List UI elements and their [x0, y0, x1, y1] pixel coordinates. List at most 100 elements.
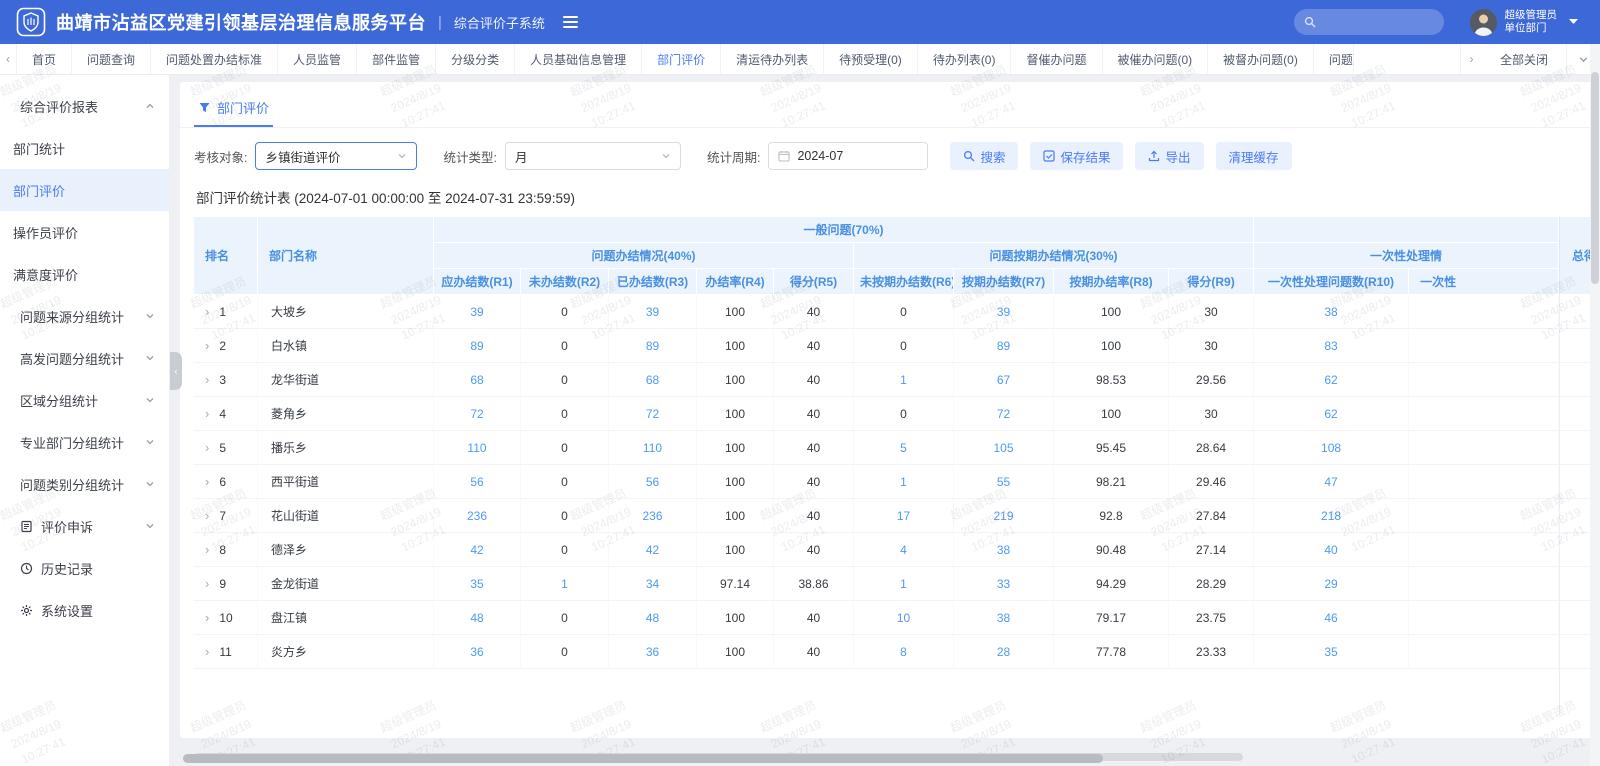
workspace-tab[interactable]: 问题 — [1314, 44, 1354, 74]
cell-r7[interactable]: 55 — [954, 465, 1054, 499]
page-vertical-scrollbar[interactable] — [1590, 44, 1600, 766]
cell-r10[interactable]: 62 — [1254, 363, 1409, 397]
stat-period-datepicker[interactable]: 2024-07 — [768, 142, 928, 170]
sidebar-item[interactable]: 满意度评价 — [0, 253, 169, 295]
cell-r6[interactable]: 5 — [854, 431, 954, 465]
assess-target-select[interactable]: 乡镇街道评价 — [255, 142, 417, 170]
sidebar-item[interactable]: 综合评价报表 — [0, 85, 169, 127]
cell-r7[interactable]: 33 — [954, 567, 1054, 601]
cell-r7[interactable]: 39 — [954, 295, 1054, 329]
cell-r1[interactable]: 72 — [434, 397, 521, 431]
column-header[interactable]: 一次性 — [1409, 269, 1559, 295]
row-expand-icon[interactable]: › — [205, 372, 209, 387]
cell-r6[interactable]: 1 — [854, 363, 954, 397]
menu-icon[interactable] — [563, 16, 578, 28]
sidebar-item[interactable]: 操作员评价 — [0, 211, 169, 253]
column-header[interactable]: 应办结数(R1) — [434, 269, 521, 295]
cell-r7[interactable]: 28 — [954, 635, 1054, 669]
column-header[interactable]: 得分(R9) — [1169, 269, 1254, 295]
workspace-tab[interactable]: 分级分类 — [436, 44, 515, 74]
cell-r3[interactable]: 68 — [609, 363, 697, 397]
cell-r1[interactable]: 89 — [434, 329, 521, 363]
close-all-tabs-button[interactable]: 全部关闭 — [1482, 44, 1566, 74]
cell-r6[interactable]: 1 — [854, 465, 954, 499]
workspace-tab[interactable]: 被催办问题(0) — [1103, 44, 1209, 74]
export-button[interactable]: 导出 — [1135, 142, 1203, 170]
row-expand-icon[interactable]: › — [205, 406, 209, 421]
column-header[interactable]: 按期办结率(R8) — [1054, 269, 1169, 295]
cell-r3[interactable]: 34 — [609, 567, 697, 601]
cell-r3[interactable]: 236 — [609, 499, 697, 533]
save-results-button[interactable]: 保存结果 — [1030, 142, 1123, 170]
cell-r10[interactable]: 47 — [1254, 465, 1409, 499]
workspace-tab[interactable]: 部门评价 — [642, 44, 721, 74]
tabs-scroll-left-icon[interactable]: ‹ — [0, 44, 17, 74]
sidebar-item[interactable]: 高发问题分组统计 — [0, 337, 169, 379]
row-expand-icon[interactable]: › — [205, 610, 209, 625]
cell-r10[interactable]: 218 — [1254, 499, 1409, 533]
workspace-tab[interactable]: 部件监管 — [357, 44, 436, 74]
workspace-tab[interactable]: 人员基础信息管理 — [515, 44, 642, 74]
cell-r10[interactable]: 29 — [1254, 567, 1409, 601]
stat-type-select[interactable]: 月 — [505, 142, 681, 170]
row-expand-icon[interactable]: › — [205, 440, 209, 455]
column-header[interactable]: 未办结数(R2) — [521, 269, 609, 295]
sidebar-item[interactable]: 部门评价 — [0, 169, 169, 211]
table-scroll-container[interactable]: 排名 部门名称 一般问题(70%) 总得分(R18) 问题办结情况(40%) 问… — [194, 217, 1600, 715]
sidebar-item[interactable]: 评价申诉 — [0, 505, 169, 547]
cell-r3[interactable]: 39 — [609, 295, 697, 329]
cell-r3[interactable]: 110 — [609, 431, 697, 465]
tab-department-evaluation[interactable]: 部门评价 — [194, 92, 273, 127]
row-expand-icon[interactable]: › — [205, 644, 209, 659]
cell-r10[interactable]: 38 — [1254, 295, 1409, 329]
page-vertical-scrollbar-thumb[interactable] — [1591, 72, 1599, 284]
sidebar-item[interactable]: 区域分组统计 — [0, 379, 169, 421]
cell-r10[interactable]: 108 — [1254, 431, 1409, 465]
header-search-input[interactable] — [1294, 9, 1444, 35]
cell-r10[interactable]: 35 — [1254, 635, 1409, 669]
cell-r1[interactable]: 110 — [434, 431, 521, 465]
cell-r1[interactable]: 42 — [434, 533, 521, 567]
cell-r1[interactable]: 39 — [434, 295, 521, 329]
cell-r7[interactable]: 67 — [954, 363, 1054, 397]
cell-r1[interactable]: 236 — [434, 499, 521, 533]
cell-r3[interactable]: 48 — [609, 601, 697, 635]
cell-r6[interactable]: 10 — [854, 601, 954, 635]
sidebar-item[interactable]: 专业部门分组统计 — [0, 421, 169, 463]
sidebar-item[interactable]: 系统设置 — [0, 589, 169, 631]
workspace-tab[interactable]: 问题查询 — [72, 44, 151, 74]
workspace-tab[interactable]: 待办列表(0) — [918, 44, 1012, 74]
column-header[interactable]: 一次性处理问题数(R10) — [1254, 269, 1409, 295]
workspace-tab[interactable]: 被督办问题(0) — [1208, 44, 1314, 74]
clear-cache-button[interactable]: 清理缓存 — [1216, 142, 1292, 170]
row-expand-icon[interactable]: › — [205, 576, 209, 591]
workspace-tab[interactable]: 首页 — [17, 44, 72, 74]
cell-r6[interactable]: 1 — [854, 567, 954, 601]
cell-r7[interactable]: 89 — [954, 329, 1054, 363]
cell-r10[interactable]: 46 — [1254, 601, 1409, 635]
page-horizontal-scrollbar[interactable] — [183, 754, 1103, 763]
row-expand-icon[interactable]: › — [205, 304, 209, 319]
cell-r7[interactable]: 105 — [954, 431, 1054, 465]
sidebar-item[interactable]: 部门统计 — [0, 127, 169, 169]
cell-r7[interactable]: 38 — [954, 533, 1054, 567]
sidebar-collapse-handle[interactable]: ‹ — [170, 352, 182, 390]
cell-r1[interactable]: 56 — [434, 465, 521, 499]
cell-r6[interactable]: 4 — [854, 533, 954, 567]
user-menu[interactable]: 超级管理员 单位部门 — [1470, 9, 1579, 36]
workspace-tab[interactable]: 待预受理(0) — [824, 44, 918, 74]
sidebar-item[interactable]: 问题来源分组统计 — [0, 295, 169, 337]
row-expand-icon[interactable]: › — [205, 474, 209, 489]
cell-r3[interactable]: 56 — [609, 465, 697, 499]
cell-r7[interactable]: 38 — [954, 601, 1054, 635]
workspace-tab[interactable]: 问题处置办结标准 — [151, 44, 278, 74]
cell-r10[interactable]: 83 — [1254, 329, 1409, 363]
tabs-scroll-right-icon[interactable]: › — [1460, 44, 1482, 74]
row-expand-icon[interactable]: › — [205, 508, 209, 523]
cell-r3[interactable]: 42 — [609, 533, 697, 567]
column-header[interactable]: 按期办结数(R7) — [954, 269, 1054, 295]
cell-r2[interactable]: 1 — [521, 567, 609, 601]
cell-r10[interactable]: 62 — [1254, 397, 1409, 431]
column-header[interactable]: 已办结数(R3) — [609, 269, 697, 295]
workspace-tab[interactable]: 督催办问题 — [1011, 44, 1102, 74]
